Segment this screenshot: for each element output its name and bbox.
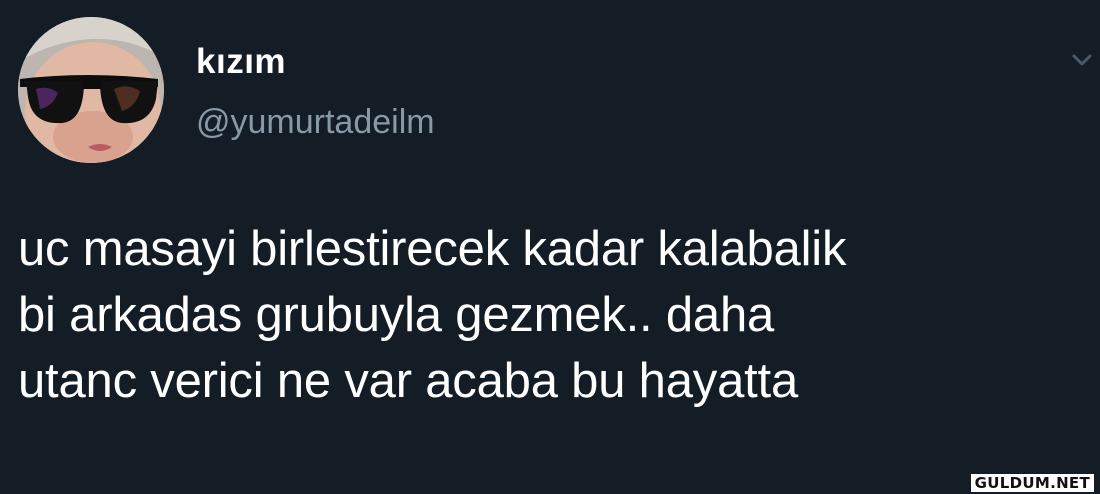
tweet-card: kızım @yumurtadeilm uc masayi birlestire… xyxy=(0,0,1100,494)
display-name[interactable]: kızım xyxy=(196,42,286,82)
user-handle[interactable]: @yumurtadeilm xyxy=(196,102,435,142)
avatar-image xyxy=(18,17,164,163)
watermark: GULDUM.NET xyxy=(970,474,1094,492)
chevron-down-icon[interactable] xyxy=(1064,44,1100,74)
tweet-text: uc masayi birlestirecek kadar kalabalik … xyxy=(18,222,847,408)
avatar[interactable] xyxy=(18,17,164,163)
